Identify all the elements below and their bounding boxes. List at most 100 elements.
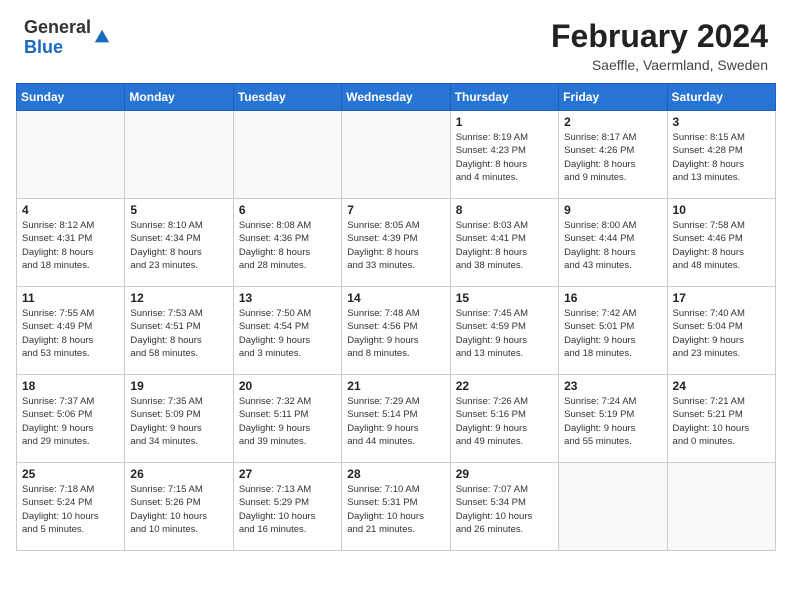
calendar-cell: 22 Sunrise: 7:26 AMSunset: 5:16 PMDayligh… xyxy=(450,375,558,463)
logo-icon xyxy=(93,28,111,46)
day-number: 29 xyxy=(456,467,553,481)
calendar-cell: 6Sunrise: 8:08 AMSunset: 4:36 PMDaylight… xyxy=(233,199,341,287)
calendar-cell: 10 Sunrise: 7:58 AMSunset: 4:46 PMDayligh… xyxy=(667,199,775,287)
day-info: Sunrise: 7:15 AMSunset: 5:26 PMDaylight:… xyxy=(130,483,227,536)
day-number: 3 xyxy=(673,115,770,129)
calendar-cell: 4 Sunrise: 8:12 AMSunset: 4:31 PMDaylight… xyxy=(17,199,125,287)
calendar-cell: 15 Sunrise: 7:45 AMSunset: 4:59 PMDayligh… xyxy=(450,287,558,375)
day-number: 15 xyxy=(456,291,553,305)
calendar-cell: 27 Sunrise: 7:13 AMSunset: 5:29 PMDayligh… xyxy=(233,463,341,551)
day-info: Sunrise: 7:50 AMSunset: 4:54 PMDaylight:… xyxy=(239,307,336,360)
weekday-header-saturday: Saturday xyxy=(667,84,775,111)
calendar-cell: 24 Sunrise: 7:21 AMSunset: 5:21 PMDayligh… xyxy=(667,375,775,463)
title-block: February 2024 Saeffle, Vaermland, Sweden xyxy=(551,18,768,73)
weekday-header-monday: Monday xyxy=(125,84,233,111)
calendar-cell: 13 Sunrise: 7:50 AMSunset: 4:54 PMDayligh… xyxy=(233,287,341,375)
day-info: Sunrise: 7:45 AMSunset: 4:59 PMDaylight:… xyxy=(456,307,553,360)
day-number: 18 xyxy=(22,379,119,393)
day-info: Sunrise: 7:10 AMSunset: 5:31 PMDaylight:… xyxy=(347,483,444,536)
day-number: 21 xyxy=(347,379,444,393)
day-info: Sunrise: 7:13 AMSunset: 5:29 PMDaylight:… xyxy=(239,483,336,536)
day-number: 17 xyxy=(673,291,770,305)
calendar-cell: 20 Sunrise: 7:32 AMSunset: 5:11 PMDayligh… xyxy=(233,375,341,463)
day-info: Sunrise: 7:55 AMSunset: 4:49 PMDaylight:… xyxy=(22,307,119,360)
calendar-cell: 1Sunrise: 8:19 AMSunset: 4:23 PMDaylight… xyxy=(450,111,558,199)
day-number: 7 xyxy=(347,203,444,217)
header: General Blue February 2024 Saeffle, Vaer… xyxy=(0,0,792,83)
day-number: 22 xyxy=(456,379,553,393)
day-number: 19 xyxy=(130,379,227,393)
day-info: Sunrise: 8:12 AMSunset: 4:31 PMDaylight:… xyxy=(22,219,119,272)
day-number: 20 xyxy=(239,379,336,393)
day-info: Sunrise: 7:29 AMSunset: 5:14 PMDaylight:… xyxy=(347,395,444,448)
calendar-cell xyxy=(342,111,450,199)
day-number: 24 xyxy=(673,379,770,393)
weekday-header-row: SundayMondayTuesdayWednesdayThursdayFrid… xyxy=(17,84,776,111)
day-info: Sunrise: 7:32 AMSunset: 5:11 PMDaylight:… xyxy=(239,395,336,448)
calendar-cell: 8Sunrise: 8:03 AMSunset: 4:41 PMDaylight… xyxy=(450,199,558,287)
day-number: 1 xyxy=(456,115,553,129)
day-info: Sunrise: 7:48 AMSunset: 4:56 PMDaylight:… xyxy=(347,307,444,360)
day-number: 13 xyxy=(239,291,336,305)
day-info: Sunrise: 7:35 AMSunset: 5:09 PMDaylight:… xyxy=(130,395,227,448)
calendar-cell: 21 Sunrise: 7:29 AMSunset: 5:14 PMDayligh… xyxy=(342,375,450,463)
day-number: 28 xyxy=(347,467,444,481)
calendar-cell: 18 Sunrise: 7:37 AMSunset: 5:06 PMDayligh… xyxy=(17,375,125,463)
day-info: Sunrise: 7:24 AMSunset: 5:19 PMDaylight:… xyxy=(564,395,661,448)
calendar-cell: 29 Sunrise: 7:07 AMSunset: 5:34 PMDayligh… xyxy=(450,463,558,551)
day-info: Sunrise: 7:26 AMSunset: 5:16 PMDaylight:… xyxy=(456,395,553,448)
weekday-header-tuesday: Tuesday xyxy=(233,84,341,111)
day-number: 9 xyxy=(564,203,661,217)
calendar-week-row: 11 Sunrise: 7:55 AMSunset: 4:49 PMDayligh… xyxy=(17,287,776,375)
subtitle: Saeffle, Vaermland, Sweden xyxy=(551,57,768,73)
day-number: 14 xyxy=(347,291,444,305)
day-number: 5 xyxy=(130,203,227,217)
weekday-header-thursday: Thursday xyxy=(450,84,558,111)
calendar-cell: 9 Sunrise: 8:00 AMSunset: 4:44 PMDaylight… xyxy=(559,199,667,287)
calendar-week-row: 25 Sunrise: 7:18 AMSunset: 5:24 PMDayligh… xyxy=(17,463,776,551)
calendar-wrapper: SundayMondayTuesdayWednesdayThursdayFrid… xyxy=(0,83,792,561)
calendar-cell: 11 Sunrise: 7:55 AMSunset: 4:49 PMDayligh… xyxy=(17,287,125,375)
calendar-cell xyxy=(559,463,667,551)
day-info: Sunrise: 8:00 AMSunset: 4:44 PMDaylight:… xyxy=(564,219,661,272)
day-info: Sunrise: 7:18 AMSunset: 5:24 PMDaylight:… xyxy=(22,483,119,536)
day-number: 25 xyxy=(22,467,119,481)
weekday-header-friday: Friday xyxy=(559,84,667,111)
day-number: 4 xyxy=(22,203,119,217)
day-info: Sunrise: 7:07 AMSunset: 5:34 PMDaylight:… xyxy=(456,483,553,536)
day-number: 12 xyxy=(130,291,227,305)
day-number: 23 xyxy=(564,379,661,393)
main-title: February 2024 xyxy=(551,18,768,55)
calendar-cell xyxy=(125,111,233,199)
logo: General Blue xyxy=(24,18,111,58)
calendar-cell xyxy=(233,111,341,199)
day-number: 16 xyxy=(564,291,661,305)
calendar-cell: 23 Sunrise: 7:24 AMSunset: 5:19 PMDayligh… xyxy=(559,375,667,463)
calendar-cell: 19 Sunrise: 7:35 AMSunset: 5:09 PMDayligh… xyxy=(125,375,233,463)
weekday-header-sunday: Sunday xyxy=(17,84,125,111)
calendar-table: SundayMondayTuesdayWednesdayThursdayFrid… xyxy=(16,83,776,551)
calendar-cell: 16Sunrise: 7:42 AMSunset: 5:01 PMDayligh… xyxy=(559,287,667,375)
calendar-week-row: 1Sunrise: 8:19 AMSunset: 4:23 PMDaylight… xyxy=(17,111,776,199)
day-info: Sunrise: 7:21 AMSunset: 5:21 PMDaylight:… xyxy=(673,395,770,448)
day-info: Sunrise: 8:15 AMSunset: 4:28 PMDaylight:… xyxy=(673,131,770,184)
day-number: 6 xyxy=(239,203,336,217)
day-number: 2 xyxy=(564,115,661,129)
day-info: Sunrise: 8:03 AMSunset: 4:41 PMDaylight:… xyxy=(456,219,553,272)
day-number: 27 xyxy=(239,467,336,481)
calendar-cell: 3 Sunrise: 8:15 AMSunset: 4:28 PMDaylight… xyxy=(667,111,775,199)
calendar-cell: 25 Sunrise: 7:18 AMSunset: 5:24 PMDayligh… xyxy=(17,463,125,551)
day-info: Sunrise: 7:37 AMSunset: 5:06 PMDaylight:… xyxy=(22,395,119,448)
day-number: 26 xyxy=(130,467,227,481)
weekday-header-wednesday: Wednesday xyxy=(342,84,450,111)
day-info: Sunrise: 7:40 AMSunset: 5:04 PMDaylight:… xyxy=(673,307,770,360)
calendar-cell: 5Sunrise: 8:10 AMSunset: 4:34 PMDaylight… xyxy=(125,199,233,287)
calendar-cell: 14 Sunrise: 7:48 AMSunset: 4:56 PMDayligh… xyxy=(342,287,450,375)
day-info: Sunrise: 8:05 AMSunset: 4:39 PMDaylight:… xyxy=(347,219,444,272)
day-number: 10 xyxy=(673,203,770,217)
calendar-cell: 7 Sunrise: 8:05 AMSunset: 4:39 PMDaylight… xyxy=(342,199,450,287)
day-info: Sunrise: 7:58 AMSunset: 4:46 PMDaylight:… xyxy=(673,219,770,272)
calendar-week-row: 18 Sunrise: 7:37 AMSunset: 5:06 PMDayligh… xyxy=(17,375,776,463)
day-number: 11 xyxy=(22,291,119,305)
calendar-cell: 17 Sunrise: 7:40 AMSunset: 5:04 PMDayligh… xyxy=(667,287,775,375)
